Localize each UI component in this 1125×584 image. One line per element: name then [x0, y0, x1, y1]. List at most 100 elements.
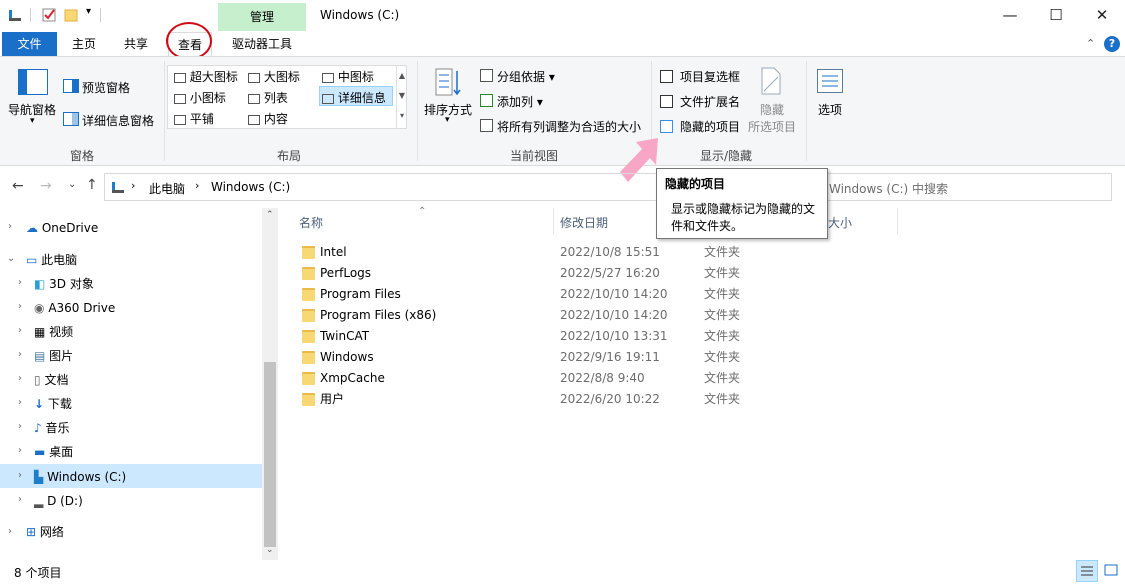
large-icons-view-icon[interactable]: [1101, 560, 1123, 582]
recent-locations-chevron-icon[interactable]: ⌄: [68, 179, 76, 190]
table-row[interactable]: Program Files 2022/10/10 14:20 文件夹: [290, 284, 890, 305]
expand-arrow-icon[interactable]: ›: [18, 397, 22, 408]
forward-arrow-icon[interactable]: →: [40, 178, 52, 194]
expand-arrow-icon[interactable]: ›: [18, 494, 22, 505]
hidden-items-label[interactable]: 隐藏的项目: [680, 118, 740, 135]
nav-item-videos[interactable]: ▦ 视频: [34, 321, 73, 343]
nav-item-onedrive[interactable]: ☁ OneDrive: [26, 217, 98, 239]
context-tab-manage[interactable]: 管理: [218, 3, 306, 31]
customize-toolbar-icon[interactable]: ▾: [86, 6, 91, 17]
hide-button[interactable]: 隐藏: [760, 101, 784, 118]
expand-arrow-icon[interactable]: ›: [8, 526, 12, 537]
close-button[interactable]: ✕: [1079, 0, 1125, 31]
tooltip-hidden-items: 隐藏的项目 显示或隐藏标记为隐藏的文 件和文件夹。: [656, 168, 828, 239]
folder-icon: [302, 288, 315, 301]
column-header-size[interactable]: 大小: [828, 214, 852, 231]
expand-arrow-icon[interactable]: ›: [18, 445, 22, 456]
breadcrumb-this-pc[interactable]: 此电脑: [149, 180, 185, 197]
maximize-button[interactable]: ☐: [1033, 0, 1079, 31]
layout-extra-large-icons[interactable]: 超大图标: [190, 70, 238, 84]
scroll-up-icon[interactable]: ⌃: [266, 210, 274, 220]
layout-tiles[interactable]: 平铺: [190, 112, 214, 126]
collapse-arrow-icon[interactable]: ⌄: [7, 253, 15, 264]
expand-arrow-icon[interactable]: ›: [18, 277, 22, 288]
nav-item-3d-objects[interactable]: ◧ 3D 对象: [34, 273, 94, 295]
tab-drive-tools[interactable]: 驱动器工具: [218, 32, 306, 57]
column-header-date[interactable]: 修改日期: [560, 214, 608, 231]
details-pane-button[interactable]: 详细信息窗格: [82, 112, 154, 129]
options-button[interactable]: 选项: [818, 101, 842, 118]
nav-item-this-pc[interactable]: ▭ 此电脑: [26, 249, 77, 271]
preview-pane-icon: [63, 79, 79, 93]
file-extensions-label[interactable]: 文件扩展名: [680, 93, 740, 110]
group-by-button[interactable]: 分组依据 ▾: [497, 68, 555, 85]
table-row[interactable]: TwinCAT 2022/10/10 13:31 文件夹: [290, 326, 890, 347]
preview-pane-button[interactable]: 预览窗格: [82, 79, 130, 96]
scroll-down-icon[interactable]: ⌄: [266, 545, 274, 555]
expand-arrow-icon[interactable]: ›: [18, 301, 22, 312]
nav-item-documents[interactable]: ▯ 文档: [34, 369, 68, 391]
layout-large-icons[interactable]: 大图标: [264, 70, 300, 84]
column-header-name[interactable]: 名称: [299, 214, 323, 231]
nav-item-music[interactable]: ♪ 音乐: [34, 417, 70, 439]
expand-arrow-icon[interactable]: ›: [18, 470, 22, 481]
group-label-layout: 布局: [277, 149, 302, 163]
nav-item-network[interactable]: ⊞ 网络: [26, 521, 64, 543]
item-checkboxes-checkbox[interactable]: [660, 70, 673, 83]
layout-details[interactable]: 详细信息: [338, 91, 386, 105]
nav-item-downloads[interactable]: ↓ 下载: [34, 393, 72, 415]
breadcrumb-drive[interactable]: Windows (C:): [211, 180, 290, 194]
table-row[interactable]: Program Files (x86) 2022/10/10 14:20 文件夹: [290, 305, 890, 326]
nav-item-a360-drive[interactable]: ◉ A360 Drive: [34, 297, 115, 319]
new-folder-icon[interactable]: [64, 8, 78, 22]
annotation-circle: [166, 22, 212, 60]
tab-file[interactable]: 文件: [2, 32, 57, 57]
nav-item-drive-c[interactable]: ▙ Windows (C:): [34, 466, 126, 488]
table-row[interactable]: Intel 2022/10/8 15:51 文件夹: [290, 242, 890, 263]
document-icon: ▯: [34, 373, 41, 387]
layout-content[interactable]: 内容: [264, 112, 288, 126]
ribbon: 导航窗格 ▾ 预览窗格 详细信息窗格 窗格 超大图标 大图标 中图标 小图标 列…: [0, 56, 1125, 166]
table-row[interactable]: PerfLogs 2022/5/27 16:20 文件夹: [290, 263, 890, 284]
file-extensions-checkbox[interactable]: [660, 95, 673, 108]
expand-arrow-icon[interactable]: ›: [18, 325, 22, 336]
expand-arrow-icon[interactable]: ›: [18, 421, 22, 432]
back-arrow-icon[interactable]: ←: [12, 178, 24, 194]
file-list: ⌃ 名称 修改日期 大小 Intel 2022/10/8 15:51 文件夹 Per…: [290, 206, 910, 558]
table-row[interactable]: 用户 2022/6/20 10:22 文件夹: [290, 389, 890, 410]
nav-item-drive-d[interactable]: ▂ D (D:): [34, 490, 83, 512]
layout-medium-icons[interactable]: 中图标: [338, 70, 374, 84]
layout-list[interactable]: 列表: [264, 91, 288, 105]
group-label-current-view: 当前视图: [510, 149, 559, 163]
hidden-items-checkbox[interactable]: [660, 120, 673, 133]
chevron-down-icon: ▾: [445, 115, 450, 125]
navigation-pane-icon[interactable]: [18, 69, 48, 95]
collapse-ribbon-icon[interactable]: ⌃: [1086, 37, 1095, 50]
gallery-scroll[interactable]: ▲ ▼ ▾: [396, 66, 407, 128]
layout-small-icons[interactable]: 小图标: [190, 91, 226, 105]
size-all-columns-button[interactable]: 将所有列调整为合适的大小: [497, 118, 641, 135]
nav-item-pictures[interactable]: ▤ 图片: [34, 345, 73, 367]
tab-home[interactable]: 主页: [62, 32, 106, 57]
add-columns-button[interactable]: 添加列 ▾: [497, 93, 543, 110]
properties-icon[interactable]: [42, 8, 56, 22]
help-button[interactable]: ?: [1104, 36, 1120, 52]
table-row[interactable]: XmpCache 2022/8/8 9:40 文件夹: [290, 368, 890, 389]
navigation-pane: › ☁ OneDrive ⌄ ▭ 此电脑 › ◧ 3D 对象 › ◉ A360 …: [0, 208, 278, 560]
nav-scrollbar-thumb[interactable]: [264, 362, 276, 547]
layout-gallery[interactable]: 超大图标 大图标 中图标 小图标 列表 详细信息 平铺 内容 ▲ ▼ ▾: [167, 65, 407, 129]
drive-icon[interactable]: [8, 8, 22, 22]
table-row[interactable]: Windows 2022/9/16 19:11 文件夹: [290, 347, 890, 368]
folder-icon: [302, 246, 315, 259]
item-checkboxes-label[interactable]: 项目复选框: [680, 68, 740, 85]
expand-arrow-icon[interactable]: ›: [8, 221, 12, 232]
nav-item-desktop[interactable]: ▬ 桌面: [34, 441, 73, 463]
up-arrow-icon[interactable]: ↑: [86, 177, 98, 193]
details-view-icon[interactable]: [1076, 560, 1098, 582]
expand-arrow-icon[interactable]: ›: [18, 373, 22, 384]
search-box[interactable]: Windows (C:) 中搜索: [808, 173, 1112, 201]
minimize-button[interactable]: —: [987, 0, 1033, 31]
group-label-show-hide: 显示/隐藏: [700, 149, 753, 163]
tab-share[interactable]: 共享: [114, 32, 158, 57]
expand-arrow-icon[interactable]: ›: [18, 349, 22, 360]
